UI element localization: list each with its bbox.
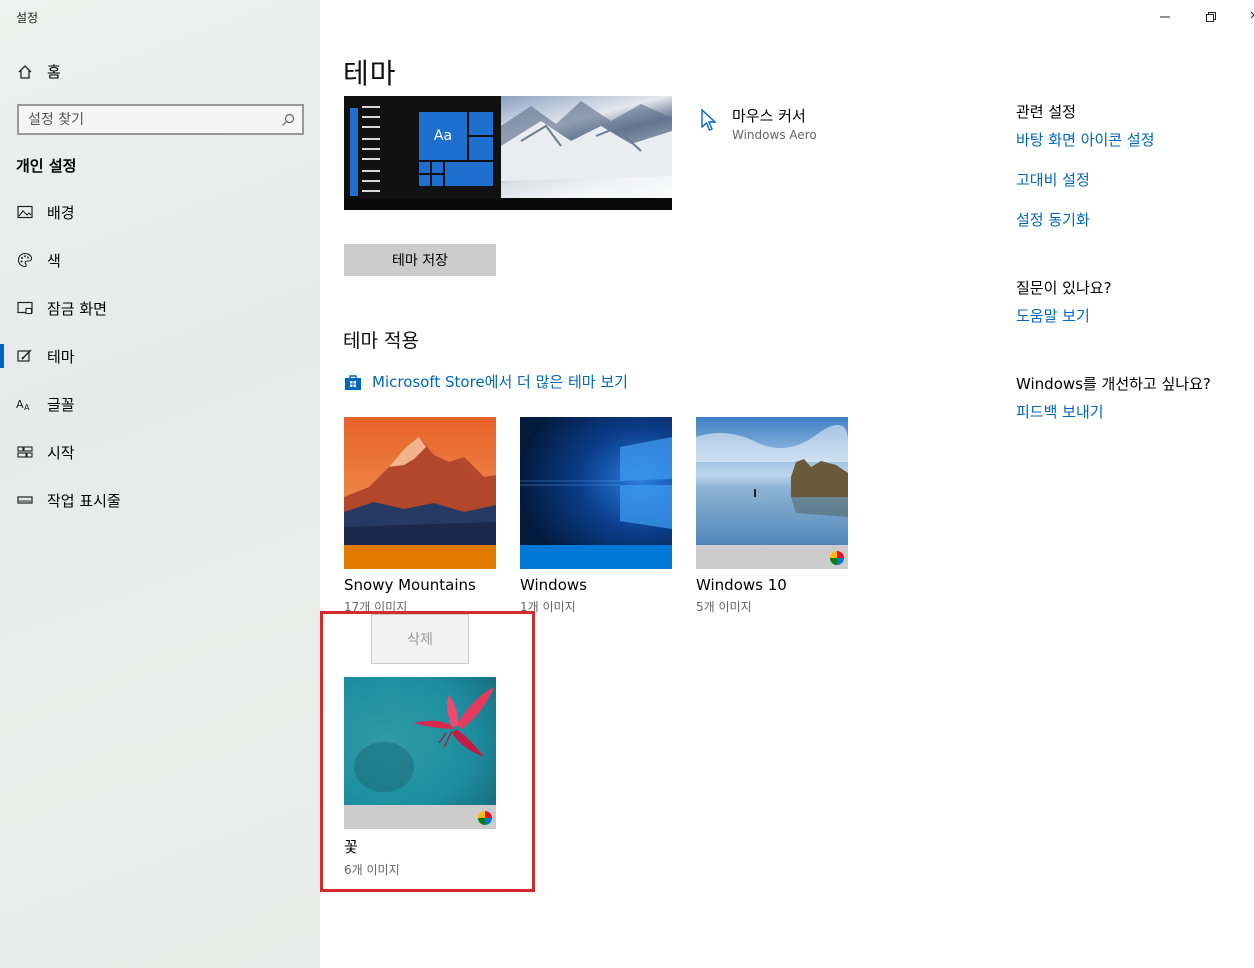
svg-text:A: A — [16, 398, 24, 411]
app-title: 설정 — [16, 11, 39, 25]
theme-image-count: 1개 이미지 — [520, 600, 576, 614]
get-help-link[interactable]: 도움말 보기 — [1016, 305, 1090, 326]
theme-windows-10[interactable]: Windows 10 5개 이미지 — [696, 417, 848, 615]
minimize-button[interactable] — [1156, 8, 1174, 26]
theme-thumbnail[interactable] — [696, 417, 848, 569]
sidebar-item-label: 잠금 화면 — [47, 299, 107, 318]
sidebar-item-label: 홈 — [47, 63, 61, 81]
theme-name: Windows 10 — [696, 576, 787, 594]
preview-taskbar — [344, 198, 672, 210]
svg-text:A: A — [24, 403, 30, 412]
feedback-link[interactable]: 피드백 보내기 — [1016, 401, 1104, 422]
sidebar-item-themes[interactable]: 테마 — [0, 344, 75, 368]
search-icon[interactable] — [280, 112, 296, 128]
search-input[interactable] — [19, 106, 269, 133]
store-icon — [344, 373, 362, 391]
high-contrast-settings-link[interactable]: 고대비 설정 — [1016, 169, 1090, 190]
lock-screen-icon — [16, 299, 34, 317]
theme-accent-bar — [696, 545, 848, 569]
cursor-title: 마우스 커서 — [732, 107, 806, 125]
theme-icon — [16, 347, 34, 365]
theme-thumbnail[interactable] — [520, 417, 672, 569]
store-link-label: Microsoft Store에서 더 많은 테마 보기 — [372, 373, 628, 391]
sidebar-section-title: 개인 설정 — [16, 157, 77, 175]
taskbar-icon — [16, 491, 34, 509]
feedback-heading: Windows를 개선하고 싶나요? — [1016, 375, 1211, 393]
sidebar-item-home[interactable]: 홈 — [16, 61, 61, 82]
theme-name: Windows — [520, 576, 587, 594]
sidebar-item-fonts[interactable]: AA 글꼴 — [16, 392, 75, 416]
cursor-icon — [700, 108, 718, 136]
sidebar-item-background[interactable]: 배경 — [16, 200, 75, 224]
picture-icon — [16, 203, 34, 221]
sidebar-item-label: 색 — [47, 251, 61, 270]
theme-windows[interactable]: Windows 1개 이미지 — [520, 417, 672, 615]
preview-tile-text: Aa — [419, 112, 467, 160]
theme-accent-bar — [520, 545, 672, 569]
sidebar-item-taskbar[interactable]: 작업 표시줄 — [16, 488, 121, 512]
related-settings-heading: 관련 설정 — [1016, 103, 1076, 121]
sidebar-item-lock-screen[interactable]: 잠금 화면 — [16, 296, 107, 320]
palette-icon — [16, 251, 34, 269]
theme-accent-bar — [344, 545, 496, 569]
font-icon: AA — [16, 395, 34, 413]
close-button[interactable] — [1242, 8, 1254, 26]
home-icon — [16, 63, 34, 81]
selection-highlight-box — [320, 611, 535, 892]
restore-button[interactable] — [1202, 8, 1220, 26]
sidebar-item-label: 작업 표시줄 — [47, 491, 121, 510]
search-box[interactable] — [17, 104, 304, 135]
preview-tiles: Aa — [419, 108, 493, 198]
sync-settings-link[interactable]: 설정 동기화 — [1016, 209, 1090, 230]
help-heading: 질문이 있나요? — [1016, 279, 1112, 297]
sidebar-item-label: 배경 — [47, 203, 75, 222]
desktop-icon-settings-link[interactable]: 바탕 화면 아이콘 설정 — [1016, 129, 1155, 150]
theme-preview: Aa — [344, 96, 672, 210]
color-wheel-icon — [830, 551, 844, 565]
sidebar-item-label: 테마 — [47, 347, 75, 366]
restore-icon — [1206, 12, 1216, 22]
theme-name: Snowy Mountains — [344, 576, 476, 594]
save-theme-button[interactable]: 테마 저장 — [344, 244, 496, 276]
preview-wallpaper — [501, 96, 672, 198]
theme-snowy-mountains[interactable]: Snowy Mountains 17개 이미지 — [344, 417, 496, 615]
sidebar: 설정 홈 개인 설정 배경 색 잠금 화면 테마 — [0, 0, 320, 968]
sidebar-item-color[interactable]: 색 — [16, 248, 61, 272]
preview-menu-strip — [350, 108, 358, 196]
store-link[interactable]: Microsoft Store에서 더 많은 테마 보기 — [344, 371, 628, 392]
cursor-value: Windows Aero — [732, 128, 817, 142]
sidebar-item-start[interactable]: 시작 — [16, 440, 75, 464]
theme-thumbnail[interactable] — [344, 417, 496, 569]
sidebar-item-label: 시작 — [47, 443, 75, 462]
sidebar-item-label: 글꼴 — [47, 395, 75, 414]
start-icon — [16, 443, 34, 461]
theme-image-count: 5개 이미지 — [696, 600, 752, 614]
apply-theme-heading: 테마 적용 — [343, 330, 419, 352]
page-title: 테마 — [343, 57, 397, 90]
minimize-icon — [1160, 16, 1170, 18]
close-icon — [1250, 11, 1254, 19]
